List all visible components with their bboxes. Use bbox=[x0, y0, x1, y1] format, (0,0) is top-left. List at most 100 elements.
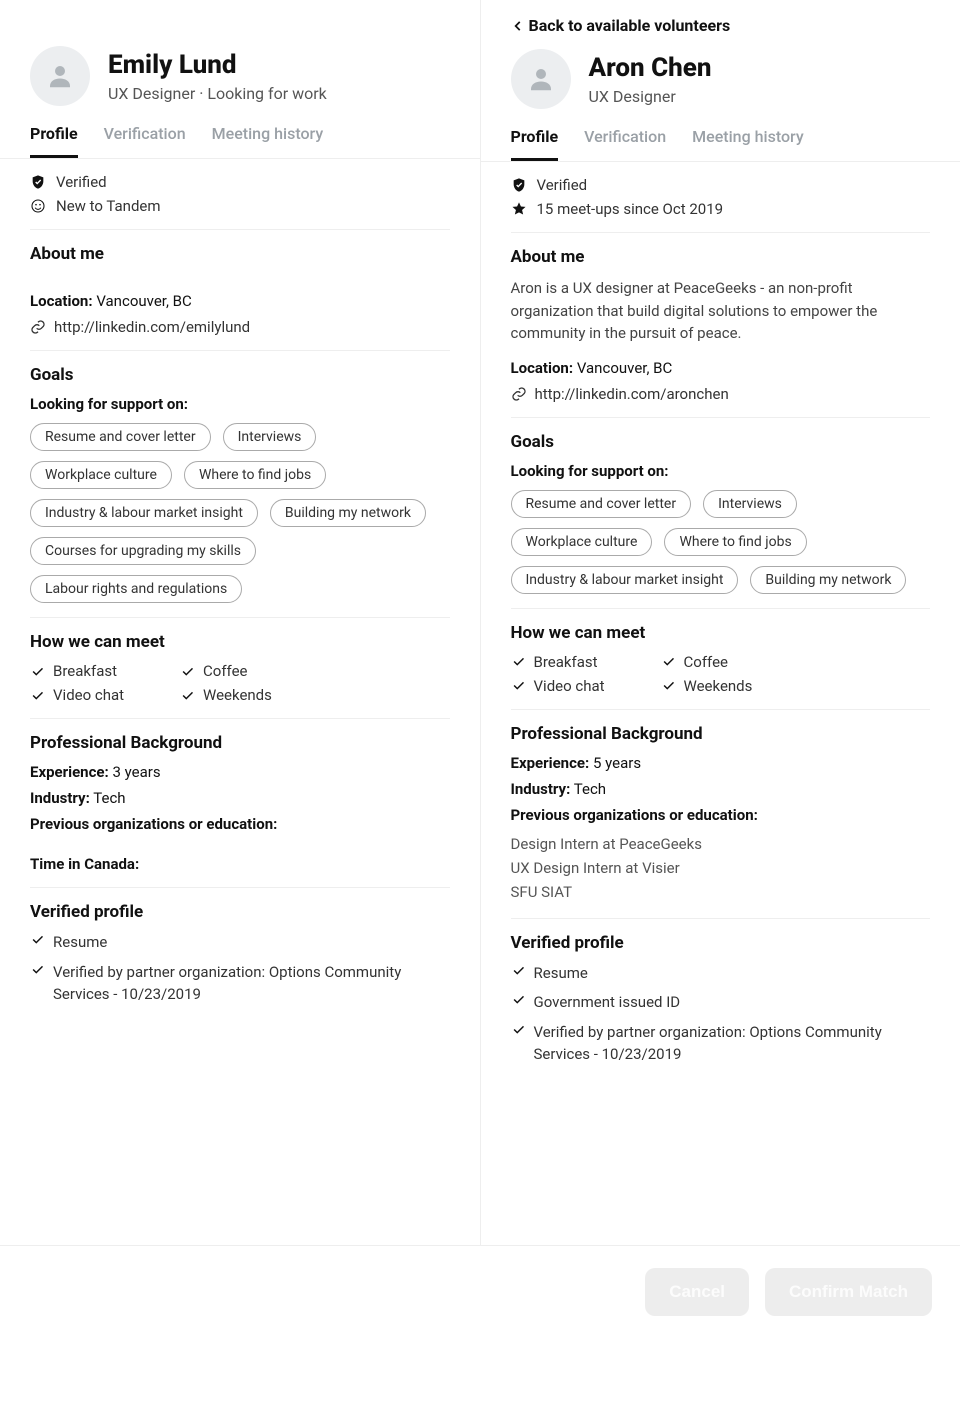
tabs: Profile Verification Meeting history bbox=[481, 127, 960, 162]
avatar bbox=[30, 46, 90, 106]
exp-label: Experience: bbox=[30, 763, 109, 781]
meet-grid: BreakfastCoffeeVideo chatWeekends bbox=[511, 653, 931, 695]
back-link-text: Back to available volunteers bbox=[529, 16, 731, 35]
chip: Resume and cover letter bbox=[511, 490, 692, 518]
verified-heading: Verified profile bbox=[511, 933, 931, 953]
status-detail-text: New to Tandem bbox=[56, 197, 161, 215]
person-icon bbox=[526, 64, 556, 94]
verified-heading: Verified profile bbox=[30, 902, 450, 922]
tab-verification[interactable]: Verification bbox=[584, 127, 666, 161]
about-heading: About me bbox=[30, 244, 450, 264]
location-label: Location: bbox=[511, 359, 574, 377]
chip: Courses for upgrading my skills bbox=[30, 537, 256, 565]
exp-value: 3 years bbox=[112, 763, 160, 781]
shield-check-icon bbox=[30, 174, 46, 190]
prev-label: Previous organizations or education: bbox=[30, 815, 277, 833]
ind-label: Industry: bbox=[30, 789, 90, 807]
profile-name: Aron Chen bbox=[589, 53, 712, 83]
right-profile-panel: Back to available volunteers Aron Chen U… bbox=[481, 0, 960, 1245]
link-icon bbox=[30, 319, 46, 335]
exp-value: 5 years bbox=[593, 754, 641, 772]
chip: Industry & labour market insight bbox=[30, 499, 258, 527]
profile-subtitle: UX Designer bbox=[589, 87, 712, 106]
chip: Workplace culture bbox=[511, 528, 653, 556]
goals-heading: Goals bbox=[511, 432, 931, 452]
list-item: UX Design Intern at Visier bbox=[511, 856, 931, 880]
status-detail: 15 meet-ups since Oct 2019 bbox=[511, 200, 931, 218]
tab-meeting-history[interactable]: Meeting history bbox=[212, 124, 324, 158]
tab-verification[interactable]: Verification bbox=[104, 124, 186, 158]
chip: Where to find jobs bbox=[664, 528, 806, 556]
profile-subtitle: UX Designer · Looking for work bbox=[108, 84, 327, 103]
profile-name: Emily Lund bbox=[108, 50, 327, 80]
person-icon bbox=[45, 61, 75, 91]
check-item: Coffee bbox=[661, 653, 781, 671]
back-link[interactable]: Back to available volunteers bbox=[511, 16, 931, 35]
ind-value: Tech bbox=[574, 780, 606, 798]
tab-profile[interactable]: Profile bbox=[30, 124, 78, 158]
check-item: Weekends bbox=[180, 686, 300, 704]
chip: Industry & labour market insight bbox=[511, 566, 739, 594]
verified-badge: Verified bbox=[511, 176, 931, 194]
tab-profile[interactable]: Profile bbox=[511, 127, 559, 161]
about-heading: About me bbox=[511, 247, 931, 267]
profile-link-text: http://linkedin.com/emilylund bbox=[54, 318, 250, 336]
check-item: Coffee bbox=[180, 662, 300, 680]
location-label: Location: bbox=[30, 292, 93, 310]
prev-list: Design Intern at PeaceGeeksUX Design Int… bbox=[511, 832, 931, 904]
about-text: Aron is a UX designer at PeaceGeeks - an… bbox=[511, 277, 931, 345]
chip: Workplace culture bbox=[30, 461, 172, 489]
ind-value: Tech bbox=[93, 789, 125, 807]
check-item: Resume bbox=[511, 963, 931, 985]
profile-link[interactable]: http://linkedin.com/aronchen bbox=[511, 385, 931, 403]
chevron-left-icon bbox=[511, 19, 525, 33]
chip: Building my network bbox=[750, 566, 906, 594]
goals-chips: Resume and cover letter Interviews Workpla… bbox=[30, 423, 450, 603]
list-item: SFU SIAT bbox=[511, 880, 931, 904]
location-value: Vancouver, BC bbox=[577, 359, 672, 377]
tabs: Profile Verification Meeting history bbox=[0, 124, 480, 159]
goals-subheading: Looking for support on: bbox=[511, 462, 931, 480]
chip: Interviews bbox=[703, 490, 797, 518]
time-label: Time in Canada: bbox=[30, 855, 139, 873]
location-value: Vancouver, BC bbox=[96, 292, 191, 310]
verified-list: ResumeVerified by partner organization: … bbox=[30, 932, 450, 1005]
status-detail: New to Tandem bbox=[30, 197, 450, 215]
check-item: Verified by partner organization: Option… bbox=[511, 1022, 931, 1066]
verified-badge: Verified bbox=[30, 173, 450, 191]
meet-heading: How we can meet bbox=[511, 623, 931, 643]
footer: Cancel Confirm Match bbox=[0, 1246, 960, 1338]
prev-label: Previous organizations or education: bbox=[511, 806, 758, 824]
exp-label: Experience: bbox=[511, 754, 590, 772]
list-item: Design Intern at PeaceGeeks bbox=[511, 832, 931, 856]
tab-meeting-history[interactable]: Meeting history bbox=[692, 127, 804, 161]
chip: Resume and cover letter bbox=[30, 423, 211, 451]
goals-chips: Resume and cover letter Interviews Workpla… bbox=[511, 490, 931, 594]
meet-grid: BreakfastCoffeeVideo chatWeekends bbox=[30, 662, 450, 704]
check-item: Video chat bbox=[30, 686, 150, 704]
verified-label: Verified bbox=[537, 176, 588, 194]
verified-list: Resume Government issued ID Verified by pa… bbox=[511, 963, 931, 1066]
check-item: Breakfast bbox=[511, 653, 631, 671]
check-item: Verified by partner organization: Option… bbox=[30, 962, 450, 1006]
verified-label: Verified bbox=[56, 173, 107, 191]
confirm-match-button[interactable]: Confirm Match bbox=[765, 1268, 932, 1316]
goals-heading: Goals bbox=[30, 365, 450, 385]
avatar bbox=[511, 49, 571, 109]
background-heading: Professional Background bbox=[511, 724, 931, 744]
status-detail-text: 15 meet-ups since Oct 2019 bbox=[537, 200, 724, 218]
star-icon bbox=[511, 201, 527, 217]
chip: Labour rights and regulations bbox=[30, 575, 242, 603]
profile-link[interactable]: http://linkedin.com/emilylund bbox=[30, 318, 450, 336]
check-item: Government issued ID bbox=[511, 992, 931, 1014]
new-icon bbox=[30, 198, 46, 214]
shield-check-icon bbox=[511, 177, 527, 193]
link-icon bbox=[511, 386, 527, 402]
chip: Where to find jobs bbox=[184, 461, 326, 489]
goals-subheading: Looking for support on: bbox=[30, 395, 450, 413]
check-item: Video chat bbox=[511, 677, 631, 695]
cancel-button[interactable]: Cancel bbox=[645, 1268, 749, 1316]
chip: Interviews bbox=[223, 423, 317, 451]
left-profile-panel: Emily Lund UX Designer · Looking for wor… bbox=[0, 0, 481, 1245]
meet-heading: How we can meet bbox=[30, 632, 450, 652]
